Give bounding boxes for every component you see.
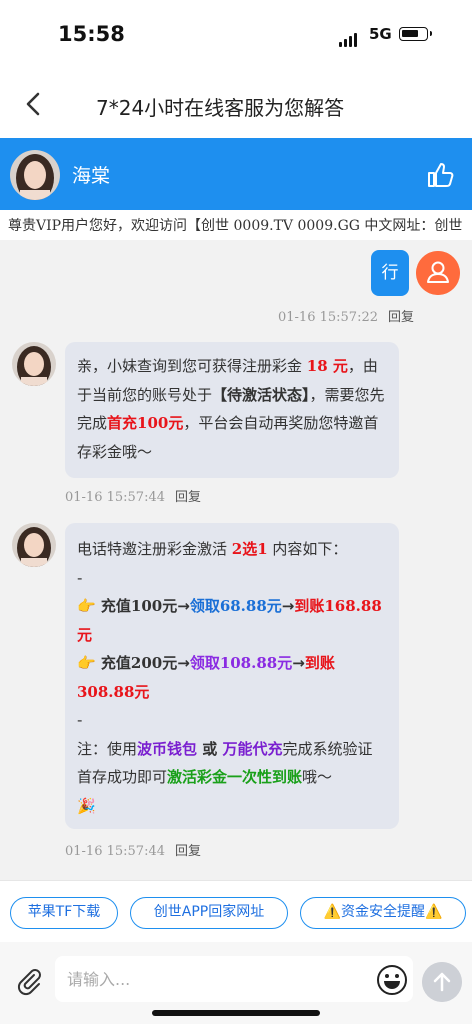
agent-name: 海棠 bbox=[72, 165, 111, 187]
user-icon bbox=[416, 251, 460, 295]
page-title: 7*24小时在线客服为您解答 bbox=[96, 96, 345, 120]
agent-message-bubble: 亲，小妹查询到您可获得注册彩金 18 元，由于当前您的账号处于【待激活状态】，需… bbox=[65, 342, 399, 478]
message-time: 01-16 15:57:44 bbox=[65, 490, 165, 505]
message-meta: 01-16 15:57:44 回复 bbox=[65, 486, 201, 505]
agent-avatar bbox=[12, 523, 56, 567]
highlight-text: 首充 bbox=[107, 414, 138, 432]
battery-icon bbox=[399, 27, 432, 41]
agent-message-bubble: 电话特邀注册彩金激活 2选1 内容如下： - 👉 充值100元→领取68.88元… bbox=[65, 523, 399, 829]
quick-actions: 苹果TF下载 创世APP回家网址 ⚠️资金安全提醒⚠️ bbox=[0, 880, 472, 942]
notice-text: 尊贵VIP用户您好，欢迎访问【创世 0009.TV 0009.GG 中文网址：创… bbox=[8, 218, 463, 234]
agent-avatar bbox=[12, 342, 56, 386]
agent-header: 海棠 bbox=[0, 138, 472, 210]
reply-button[interactable]: 回复 bbox=[175, 844, 201, 859]
status-time: 15:58 bbox=[58, 22, 125, 46]
network-label: 5G bbox=[369, 25, 392, 43]
message-text: 亲，小妹查询到您可获得注册彩金 bbox=[77, 357, 307, 375]
message-time: 01-16 15:57:22 bbox=[278, 310, 378, 325]
divider-dash: - bbox=[77, 568, 83, 587]
message-time: 01-16 15:57:44 bbox=[65, 844, 165, 859]
fund-safety-reminder-button[interactable]: ⚠️资金安全提醒⚠️ bbox=[300, 897, 466, 929]
message-meta: 01-16 15:57:44 回复 bbox=[65, 840, 201, 859]
point-right-icon: 👉 bbox=[77, 597, 96, 615]
home-indicator bbox=[152, 1010, 320, 1016]
message-note: 注：使用波币钱包 或 万能代充完成系统验证首存成功即可激活彩金一次性到账哦～ bbox=[77, 739, 373, 787]
message-meta: 01-16 15:57:22 回复 bbox=[278, 306, 414, 325]
message-input[interactable] bbox=[55, 956, 413, 1002]
nav-bar: 7*24小时在线客服为您解答 bbox=[0, 70, 472, 138]
user-message-bubble: 行 bbox=[371, 250, 409, 296]
agent-avatar bbox=[10, 150, 60, 200]
highlight-amount: 18 元 bbox=[306, 357, 348, 375]
highlight-amount: 100元 bbox=[137, 414, 184, 432]
back-icon[interactable] bbox=[20, 90, 48, 118]
reply-button[interactable]: 回复 bbox=[175, 490, 201, 505]
smile-icon[interactable] bbox=[376, 964, 408, 996]
message-intro: 电话特邀注册彩金激活 2选1 内容如下： bbox=[77, 540, 348, 558]
thumb-up-icon[interactable] bbox=[426, 160, 456, 190]
notice-marquee: 尊贵VIP用户您好，欢迎访问【创世 0009.TV 0009.GG 中文网址：创… bbox=[0, 210, 472, 240]
app-home-url-button[interactable]: 创世APP回家网址 bbox=[130, 897, 288, 929]
reply-button[interactable]: 回复 bbox=[388, 310, 414, 325]
send-icon[interactable] bbox=[422, 962, 462, 1002]
point-right-icon: 👉 bbox=[77, 654, 96, 672]
status-highlight: 【待激活状态】 bbox=[212, 385, 310, 404]
paperclip-icon[interactable] bbox=[14, 966, 44, 996]
divider-dash: - bbox=[77, 711, 83, 729]
offer-option-1: 👉 充值100元→领取68.88元→到账168.88元 bbox=[77, 597, 382, 644]
status-bar: 15:58 5G bbox=[0, 0, 472, 70]
ios-tf-download-button[interactable]: 苹果TF下载 bbox=[10, 897, 118, 929]
signal-icon bbox=[339, 28, 359, 47]
offer-option-2: 👉 充值200元→领取108.88元→到账308.88元 bbox=[77, 654, 335, 701]
party-popper-icon: 🎉 bbox=[77, 796, 96, 815]
